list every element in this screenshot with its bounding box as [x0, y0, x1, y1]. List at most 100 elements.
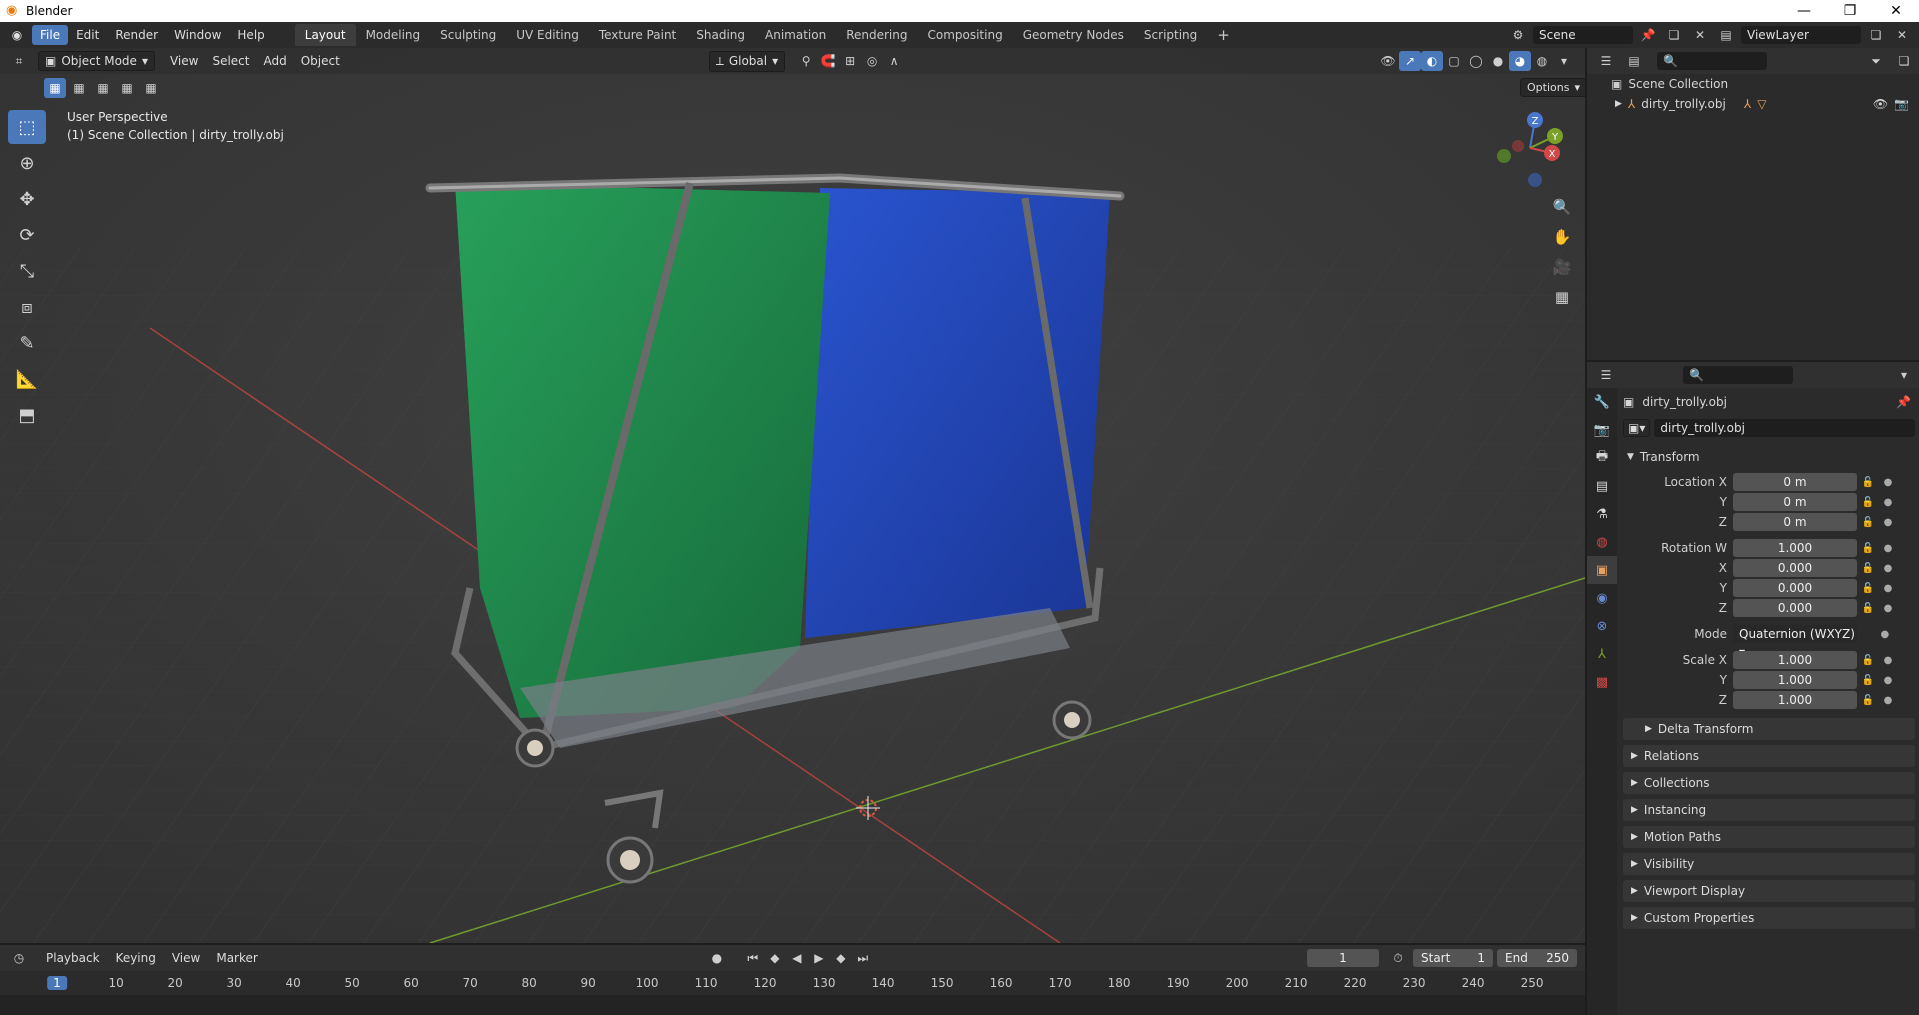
- tab-texture-paint[interactable]: Texture Paint: [589, 24, 686, 46]
- overlay-toggle-icon[interactable]: ◐: [1421, 51, 1443, 71]
- keyframe-dot-icon[interactable]: ●: [1884, 655, 1893, 666]
- lock-icon[interactable]: 🔓: [1862, 655, 1874, 666]
- custom-properties-panel[interactable]: ▶ Custom Properties: [1623, 907, 1915, 929]
- lock-icon[interactable]: 🔓: [1862, 583, 1874, 594]
- world-tab-icon[interactable]: ◍: [1587, 528, 1617, 556]
- select-new-icon[interactable]: ▦: [44, 78, 66, 98]
- scale-x-field[interactable]: 1.000: [1733, 651, 1857, 669]
- scale-z-field[interactable]: 1.000: [1733, 691, 1857, 709]
- viewport-menu-add[interactable]: Add: [256, 52, 293, 70]
- solid-shading-icon[interactable]: ●: [1487, 51, 1509, 71]
- delete-scene-icon[interactable]: ✕: [1689, 25, 1711, 45]
- 3d-viewport[interactable]: ⌗ ▣ Object Mode ▾ View Select Add Object…: [0, 48, 1585, 943]
- tab-geometry-nodes[interactable]: Geometry Nodes: [1013, 24, 1134, 46]
- zoom-icon[interactable]: 🔍: [1548, 193, 1576, 221]
- lock-icon[interactable]: 🔓: [1862, 477, 1874, 488]
- rotation-z-field[interactable]: 0.000: [1733, 599, 1857, 617]
- rotate-tool-icon[interactable]: ⟳: [8, 218, 46, 252]
- gizmo-toggle-icon[interactable]: ↗: [1399, 51, 1421, 71]
- object-tab-icon[interactable]: ▣: [1587, 556, 1617, 584]
- viewport-display-panel[interactable]: ▶ Viewport Display: [1623, 880, 1915, 902]
- camera-view-icon[interactable]: 🎥: [1548, 253, 1576, 281]
- keyframe-dot-icon[interactable]: ●: [1884, 543, 1893, 554]
- add-cube-tool-icon[interactable]: ⬒: [8, 398, 46, 432]
- transform-tool-icon[interactable]: ⧈: [8, 290, 46, 324]
- tab-modeling[interactable]: Modeling: [356, 24, 431, 46]
- view-layer-tab-icon[interactable]: ▤: [1587, 472, 1617, 500]
- view-layer-icon[interactable]: ▤: [1715, 25, 1737, 45]
- tab-shading[interactable]: Shading: [686, 24, 755, 46]
- instancing-panel[interactable]: ▶ Instancing: [1623, 799, 1915, 821]
- menu-file[interactable]: File: [32, 25, 69, 45]
- close-icon[interactable]: ✕: [1873, 3, 1919, 19]
- lock-icon[interactable]: 🔓: [1862, 675, 1874, 686]
- jump-end-icon[interactable]: ⏭: [852, 948, 874, 968]
- eye-icon[interactable]: 👁: [1873, 97, 1888, 111]
- navigation-gizmo[interactable]: Z Y X: [1490, 108, 1570, 188]
- timeline-menu-view[interactable]: View: [164, 949, 208, 967]
- menu-help[interactable]: Help: [229, 25, 272, 45]
- viewport-menu-select[interactable]: Select: [205, 52, 256, 70]
- delta-transform-panel[interactable]: ▶ Delta Transform: [1623, 718, 1915, 740]
- outliner-search-input[interactable]: 🔍: [1657, 52, 1767, 70]
- collections-panel[interactable]: ▶ Collections: [1623, 772, 1915, 794]
- location-y-field[interactable]: 0 m: [1733, 493, 1857, 511]
- keyframe-dot-icon[interactable]: ●: [1884, 563, 1893, 574]
- timeline-ruler[interactable]: 1 10 20 30 40 50 60 70 80 90 100 110 120 130 140 150 160…: [0, 973, 1585, 995]
- rendered-shading-icon[interactable]: ◍: [1531, 51, 1553, 71]
- tab-layout[interactable]: Layout: [294, 24, 356, 46]
- snap-icon[interactable]: 🧲: [817, 51, 839, 71]
- visibility-icon[interactable]: 👁: [1377, 51, 1399, 71]
- rotation-y-field[interactable]: 0.000: [1733, 579, 1857, 597]
- keyframe-dot-icon[interactable]: ●: [1884, 583, 1893, 594]
- rotation-w-field[interactable]: 1.000: [1733, 539, 1857, 557]
- select-invert-icon[interactable]: ▦: [116, 78, 138, 98]
- menu-render[interactable]: Render: [107, 25, 166, 45]
- select-subtract-icon[interactable]: ▦: [92, 78, 114, 98]
- outliner-row-scene-collection[interactable]: ▣ Scene Collection: [1587, 74, 1919, 94]
- outliner-editor-icon[interactable]: ☰: [1595, 51, 1617, 71]
- rotation-x-field[interactable]: 0.000: [1733, 559, 1857, 577]
- timeline-menu-playback[interactable]: Playback: [38, 949, 108, 967]
- tab-animation[interactable]: Animation: [755, 24, 836, 46]
- editor-type-icon[interactable]: ⌗: [8, 51, 30, 71]
- chevron-down-icon[interactable]: ▾: [1893, 365, 1915, 385]
- properties-search-input[interactable]: 🔍: [1683, 366, 1793, 384]
- mode-dropdown[interactable]: ▣ Object Mode ▾: [38, 51, 155, 71]
- ortho-toggle-icon[interactable]: ▦: [1548, 283, 1576, 311]
- move-tool-icon[interactable]: ✥: [8, 182, 46, 216]
- keyframe-dot-icon[interactable]: ●: [1884, 517, 1893, 528]
- preview-range-icon[interactable]: ⏱: [1387, 948, 1409, 968]
- restore-icon[interactable]: ❐: [1827, 3, 1873, 19]
- viewport-scene[interactable]: [0, 48, 1585, 943]
- expand-arrow-icon[interactable]: ▶: [1615, 99, 1622, 109]
- visibility-panel[interactable]: ▶ Visibility: [1623, 853, 1915, 875]
- pin-icon[interactable]: 📌: [1896, 395, 1911, 409]
- pivot-icon[interactable]: ⚲: [795, 51, 817, 71]
- outliner-row-object[interactable]: ▶ ⅄ dirty_trolly.obj ⅄ ▽ 👁 📷: [1587, 94, 1919, 114]
- object-name-field[interactable]: dirty_trolly.obj: [1654, 419, 1915, 437]
- output-tab-icon[interactable]: 🖶: [1587, 444, 1617, 472]
- lock-icon[interactable]: 🔓: [1862, 603, 1874, 614]
- menu-edit[interactable]: Edit: [68, 25, 107, 45]
- measure-tool-icon[interactable]: 📐: [8, 362, 46, 396]
- menu-window[interactable]: Window: [166, 25, 229, 45]
- scene-tab-icon[interactable]: ⚗: [1587, 500, 1617, 528]
- blender-menu-icon[interactable]: ◉: [6, 25, 28, 45]
- add-workspace-icon[interactable]: +: [1207, 22, 1240, 48]
- auto-keying-icon[interactable]: ●: [706, 948, 728, 968]
- timeline-editor-icon[interactable]: ◷: [8, 948, 30, 968]
- cursor-tool-icon[interactable]: ⊕: [8, 146, 46, 180]
- timeline-track[interactable]: [0, 995, 1585, 1015]
- jump-start-icon[interactable]: ⏮: [742, 948, 764, 968]
- location-x-field[interactable]: 0 m: [1733, 473, 1857, 491]
- new-view-layer-icon[interactable]: ❏: [1865, 25, 1887, 45]
- tab-scripting[interactable]: Scripting: [1134, 24, 1207, 46]
- keyframe-dot-icon[interactable]: ●: [1884, 603, 1893, 614]
- camera-icon[interactable]: 📷: [1894, 97, 1909, 111]
- tool-tab-icon[interactable]: 🔧: [1587, 388, 1617, 416]
- current-frame-field[interactable]: 1: [1307, 949, 1379, 967]
- object-browse-icon[interactable]: ▣▾: [1623, 419, 1651, 437]
- play-icon[interactable]: ▶: [808, 948, 830, 968]
- motion-paths-panel[interactable]: ▶ Motion Paths: [1623, 826, 1915, 848]
